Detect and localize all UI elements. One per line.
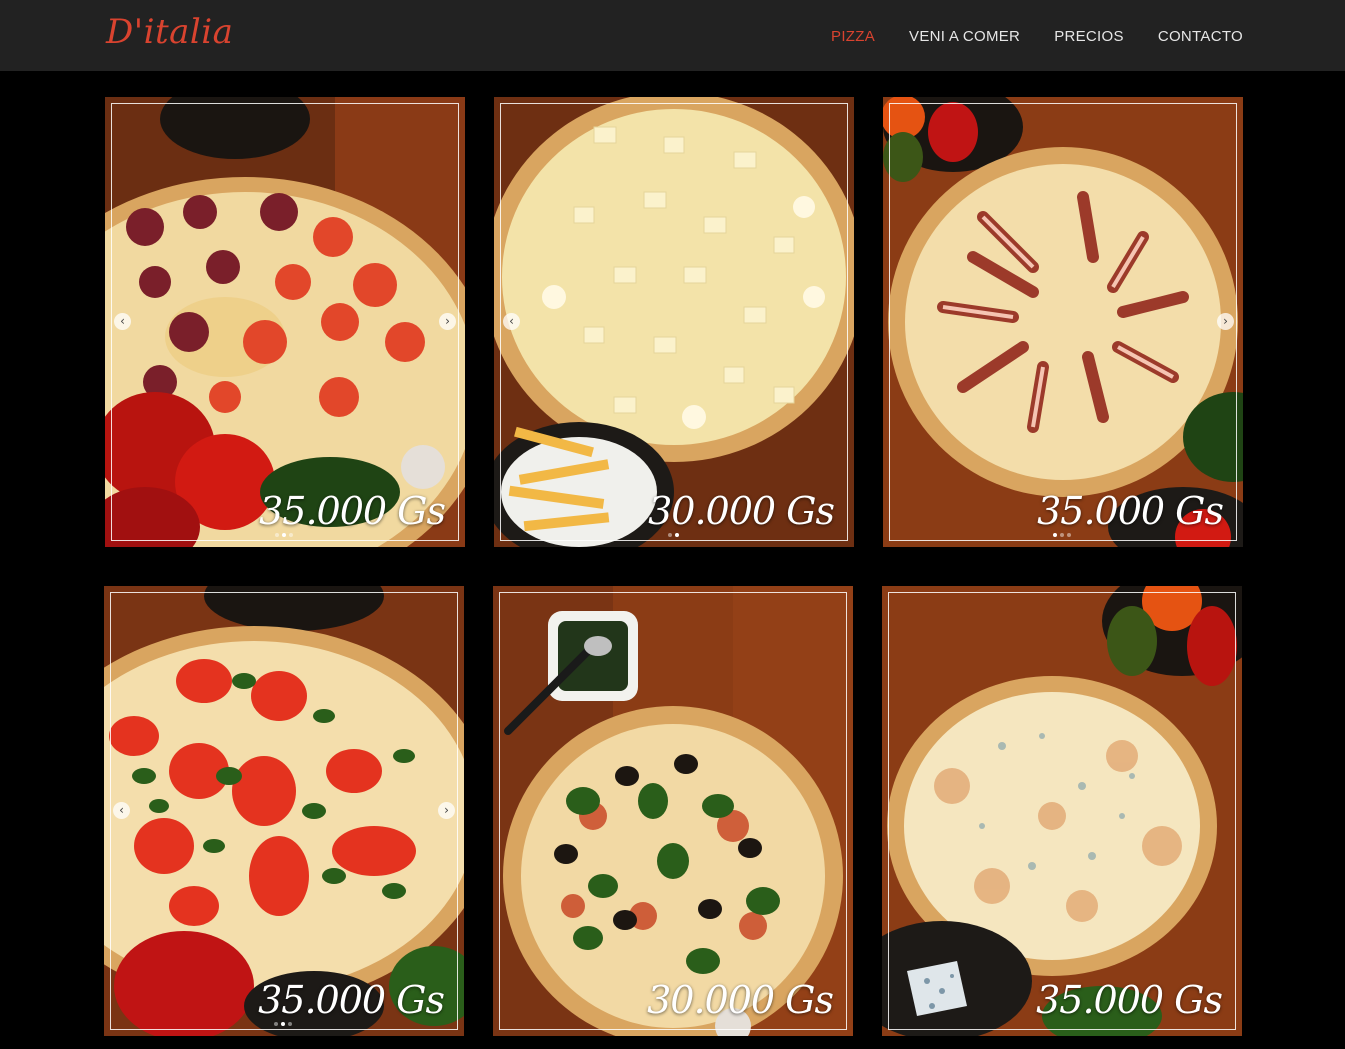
- nav-item-veni-a-comer[interactable]: VENI A COMER: [909, 28, 1020, 45]
- carousel-dots: [1053, 533, 1071, 537]
- pizza-photo: [494, 97, 854, 547]
- nav-item-pizza[interactable]: PIZZA: [831, 28, 875, 45]
- price-label: 30.000 Gs: [648, 489, 835, 533]
- chevron-right-icon[interactable]: ›: [439, 313, 456, 330]
- carousel-dot[interactable]: [288, 1022, 292, 1026]
- price-label: 30.000 Gs: [647, 978, 834, 1022]
- price-label: 35.000 Gs: [1037, 489, 1224, 533]
- main-nav: PIZZA VENI A COMER PRECIOS CONTACTO: [831, 28, 1243, 45]
- chevron-left-icon[interactable]: ‹: [114, 313, 131, 330]
- pizza-card-tomato-basil[interactable]: ‹ › 35.000 Gs: [104, 586, 464, 1036]
- carousel-dot[interactable]: [668, 533, 672, 537]
- carousel-dot[interactable]: [275, 533, 279, 537]
- chevron-left-icon[interactable]: ‹: [503, 313, 520, 330]
- price-label: 35.000 Gs: [259, 489, 446, 533]
- carousel-dot[interactable]: [1060, 533, 1064, 537]
- price-label: 35.000 Gs: [1036, 978, 1223, 1022]
- pizza-card-pepperoni[interactable]: ‹ › 35.000 Gs: [105, 97, 465, 547]
- chevron-left-icon[interactable]: ‹: [113, 802, 130, 819]
- price-label: 35.000 Gs: [258, 978, 445, 1022]
- nav-item-contacto[interactable]: CONTACTO: [1158, 28, 1243, 45]
- pizza-photo: [883, 97, 1243, 547]
- pizza-card-bacon[interactable]: › 35.000 Gs: [883, 97, 1243, 547]
- carousel-dots: [275, 533, 293, 537]
- chevron-right-icon[interactable]: ›: [1217, 313, 1234, 330]
- top-navbar: D'italia PIZZA VENI A COMER PRECIOS CONT…: [0, 0, 1345, 71]
- carousel-dot[interactable]: [289, 533, 293, 537]
- pizza-card-margherita-olives[interactable]: 30.000 Gs: [493, 586, 853, 1036]
- pizza-photo: [105, 97, 465, 547]
- carousel-dot[interactable]: [1067, 533, 1071, 537]
- carousel-dot[interactable]: [274, 1022, 278, 1026]
- carousel-dot[interactable]: [675, 533, 679, 537]
- carousel-dots: [274, 1022, 292, 1026]
- pizza-photo: [882, 586, 1242, 1036]
- carousel-dot[interactable]: [1053, 533, 1057, 537]
- carousel-dot[interactable]: [281, 1022, 285, 1026]
- carousel-dot[interactable]: [282, 533, 286, 537]
- pizza-card-palmito[interactable]: ‹ 30.000 Gs: [494, 97, 854, 547]
- chevron-right-icon[interactable]: ›: [438, 802, 455, 819]
- nav-item-precios[interactable]: PRECIOS: [1054, 28, 1124, 45]
- pizza-photo: [493, 586, 853, 1036]
- brand-logo[interactable]: D'italia: [106, 12, 233, 52]
- pizza-card-four-cheese[interactable]: 35.000 Gs: [882, 586, 1242, 1036]
- carousel-dots: [668, 533, 679, 537]
- pizza-photo: [104, 586, 464, 1036]
